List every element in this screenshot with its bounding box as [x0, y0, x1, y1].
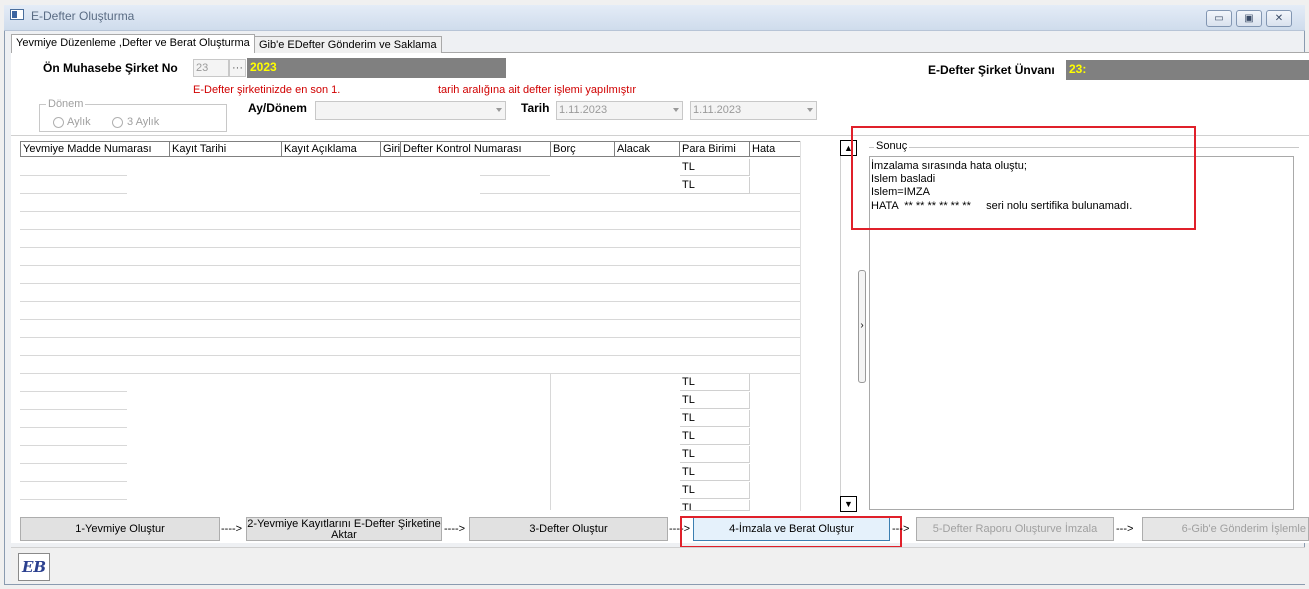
scroll-down-button[interactable]: ▼	[840, 496, 857, 512]
date-to-select[interactable]: 1.11.2023	[690, 101, 817, 120]
row-line	[20, 355, 800, 356]
step-arrow: ---->	[221, 523, 243, 535]
row-line	[20, 265, 800, 266]
date-from-select[interactable]: 1.11.2023	[556, 101, 683, 120]
highlight-box-result	[851, 126, 1196, 230]
row-line	[20, 481, 127, 482]
title-bar[interactable]	[4, 5, 1305, 31]
col-para-birimi[interactable]: Para Birimi	[680, 141, 750, 157]
date-to-value: 1.11.2023	[693, 104, 742, 116]
period-monthly-radio[interactable]	[53, 117, 64, 128]
row-line	[20, 409, 127, 410]
highlight-box-step4	[680, 516, 902, 548]
row-line	[20, 283, 800, 284]
row-line	[20, 175, 127, 176]
row-line	[20, 247, 800, 248]
step-arrow: --->	[1116, 523, 1134, 535]
date-label: Tarih	[521, 101, 550, 115]
cell-currency[interactable]: TL	[680, 464, 750, 481]
col-yevmiye-madde[interactable]: Yevmiye Madde Numarası	[20, 141, 170, 157]
eb-logo-button[interactable]: EB	[18, 553, 50, 581]
close-button[interactable]: ✕	[1266, 10, 1292, 27]
row-line	[20, 445, 127, 446]
month-period-label: Ay/Dönem	[248, 101, 307, 115]
row-line	[20, 193, 127, 194]
cell-currency[interactable]: TL	[680, 500, 750, 511]
step-arrow: --->	[892, 523, 910, 535]
company-no-field[interactable]: 23	[193, 59, 229, 77]
company-browse-button[interactable]: ···	[229, 59, 246, 77]
step6-gib-gonderim-button[interactable]: 6-Gib'e Gönderim İşlemle	[1142, 517, 1309, 541]
col-defter-kontrol[interactable]: Defter Kontrol Numarası	[401, 141, 551, 157]
col-kayit-tarihi[interactable]: Kayıt Tarihi	[170, 141, 282, 157]
app-icon	[10, 9, 24, 20]
notice-left: E-Defter şirketinizde en son 1.	[193, 84, 341, 96]
edefter-company-value: 23:	[1066, 60, 1309, 80]
chevron-down-icon	[807, 108, 813, 112]
step2-label-line2: Aktar	[331, 529, 357, 541]
panel-splitter[interactable]: ›	[858, 270, 866, 383]
row-line	[20, 337, 800, 338]
period-quarterly-label: 3 Aylık	[127, 116, 160, 128]
maximize-button[interactable]: ▣	[1236, 10, 1262, 27]
step2-aktar-button[interactable]: 2-Yevmiye Kayıtlarını E-Defter Şirketine…	[246, 517, 442, 541]
cell-currency[interactable]: TL	[680, 159, 750, 176]
chevron-down-icon	[496, 108, 502, 112]
step-arrow: ---->	[444, 523, 466, 535]
cell-currency[interactable]: TL	[680, 482, 750, 499]
row-line	[20, 319, 800, 320]
cell-currency[interactable]: TL	[680, 374, 750, 391]
step5-defter-raporu-button[interactable]: 5-Defter Raporu Oluşturve İmzala	[916, 517, 1114, 541]
cell-currency[interactable]: TL	[680, 410, 750, 427]
tab-gib-gonderim[interactable]: Gib'e EDefter Gönderim ve Saklama	[254, 36, 442, 53]
date-from-value: 1.11.2023	[559, 104, 608, 116]
col-alacak[interactable]: Alacak	[615, 141, 680, 157]
cell-currency[interactable]: TL	[680, 177, 750, 194]
row-line	[20, 391, 127, 392]
col-giri[interactable]: Giri	[381, 141, 401, 157]
row-line	[20, 427, 127, 428]
window-title: E-Defter Oluşturma	[31, 9, 135, 23]
notice-right: tarih aralığına ait defter işlemi yapılm…	[438, 84, 637, 96]
row-line	[480, 193, 800, 194]
tab-yevmiye[interactable]: Yevmiye Düzenleme ,Defter ve Berat Oluşt…	[11, 34, 255, 53]
status-bar	[11, 547, 1305, 584]
period-monthly-label: Aylık	[67, 116, 91, 128]
cell-currency[interactable]: TL	[680, 446, 750, 463]
step1-yevmiye-olustur-button[interactable]: 1-Yevmiye Oluştur	[20, 517, 220, 541]
col-hata[interactable]: Hata	[750, 141, 801, 157]
period-quarterly-radio[interactable]	[112, 117, 123, 128]
cell-currency[interactable]: TL	[680, 392, 750, 409]
company-year-display: 2023	[247, 58, 506, 78]
col-kayit-aciklama[interactable]: Kayıt Açıklama	[282, 141, 381, 157]
col-borc[interactable]: Borç	[551, 141, 615, 157]
step3-defter-olustur-button[interactable]: 3-Defter Oluştur	[469, 517, 668, 541]
month-period-select[interactable]	[315, 101, 506, 120]
row-line	[20, 301, 800, 302]
row-line	[20, 463, 127, 464]
row-line	[20, 211, 800, 212]
row-line	[20, 229, 800, 230]
row-line	[480, 175, 550, 176]
row-line	[20, 499, 127, 500]
company-no-label: Ön Muhasebe Şirket No	[43, 61, 178, 75]
col-line	[800, 141, 801, 511]
minimize-button[interactable]: ▭	[1206, 10, 1232, 27]
chevron-down-icon	[673, 108, 679, 112]
col-line	[550, 373, 551, 510]
edefter-company-label: E-Defter Şirket Ünvanı	[928, 63, 1055, 77]
period-group-label: Dönem	[46, 98, 86, 110]
cell-currency[interactable]: TL	[680, 428, 750, 445]
